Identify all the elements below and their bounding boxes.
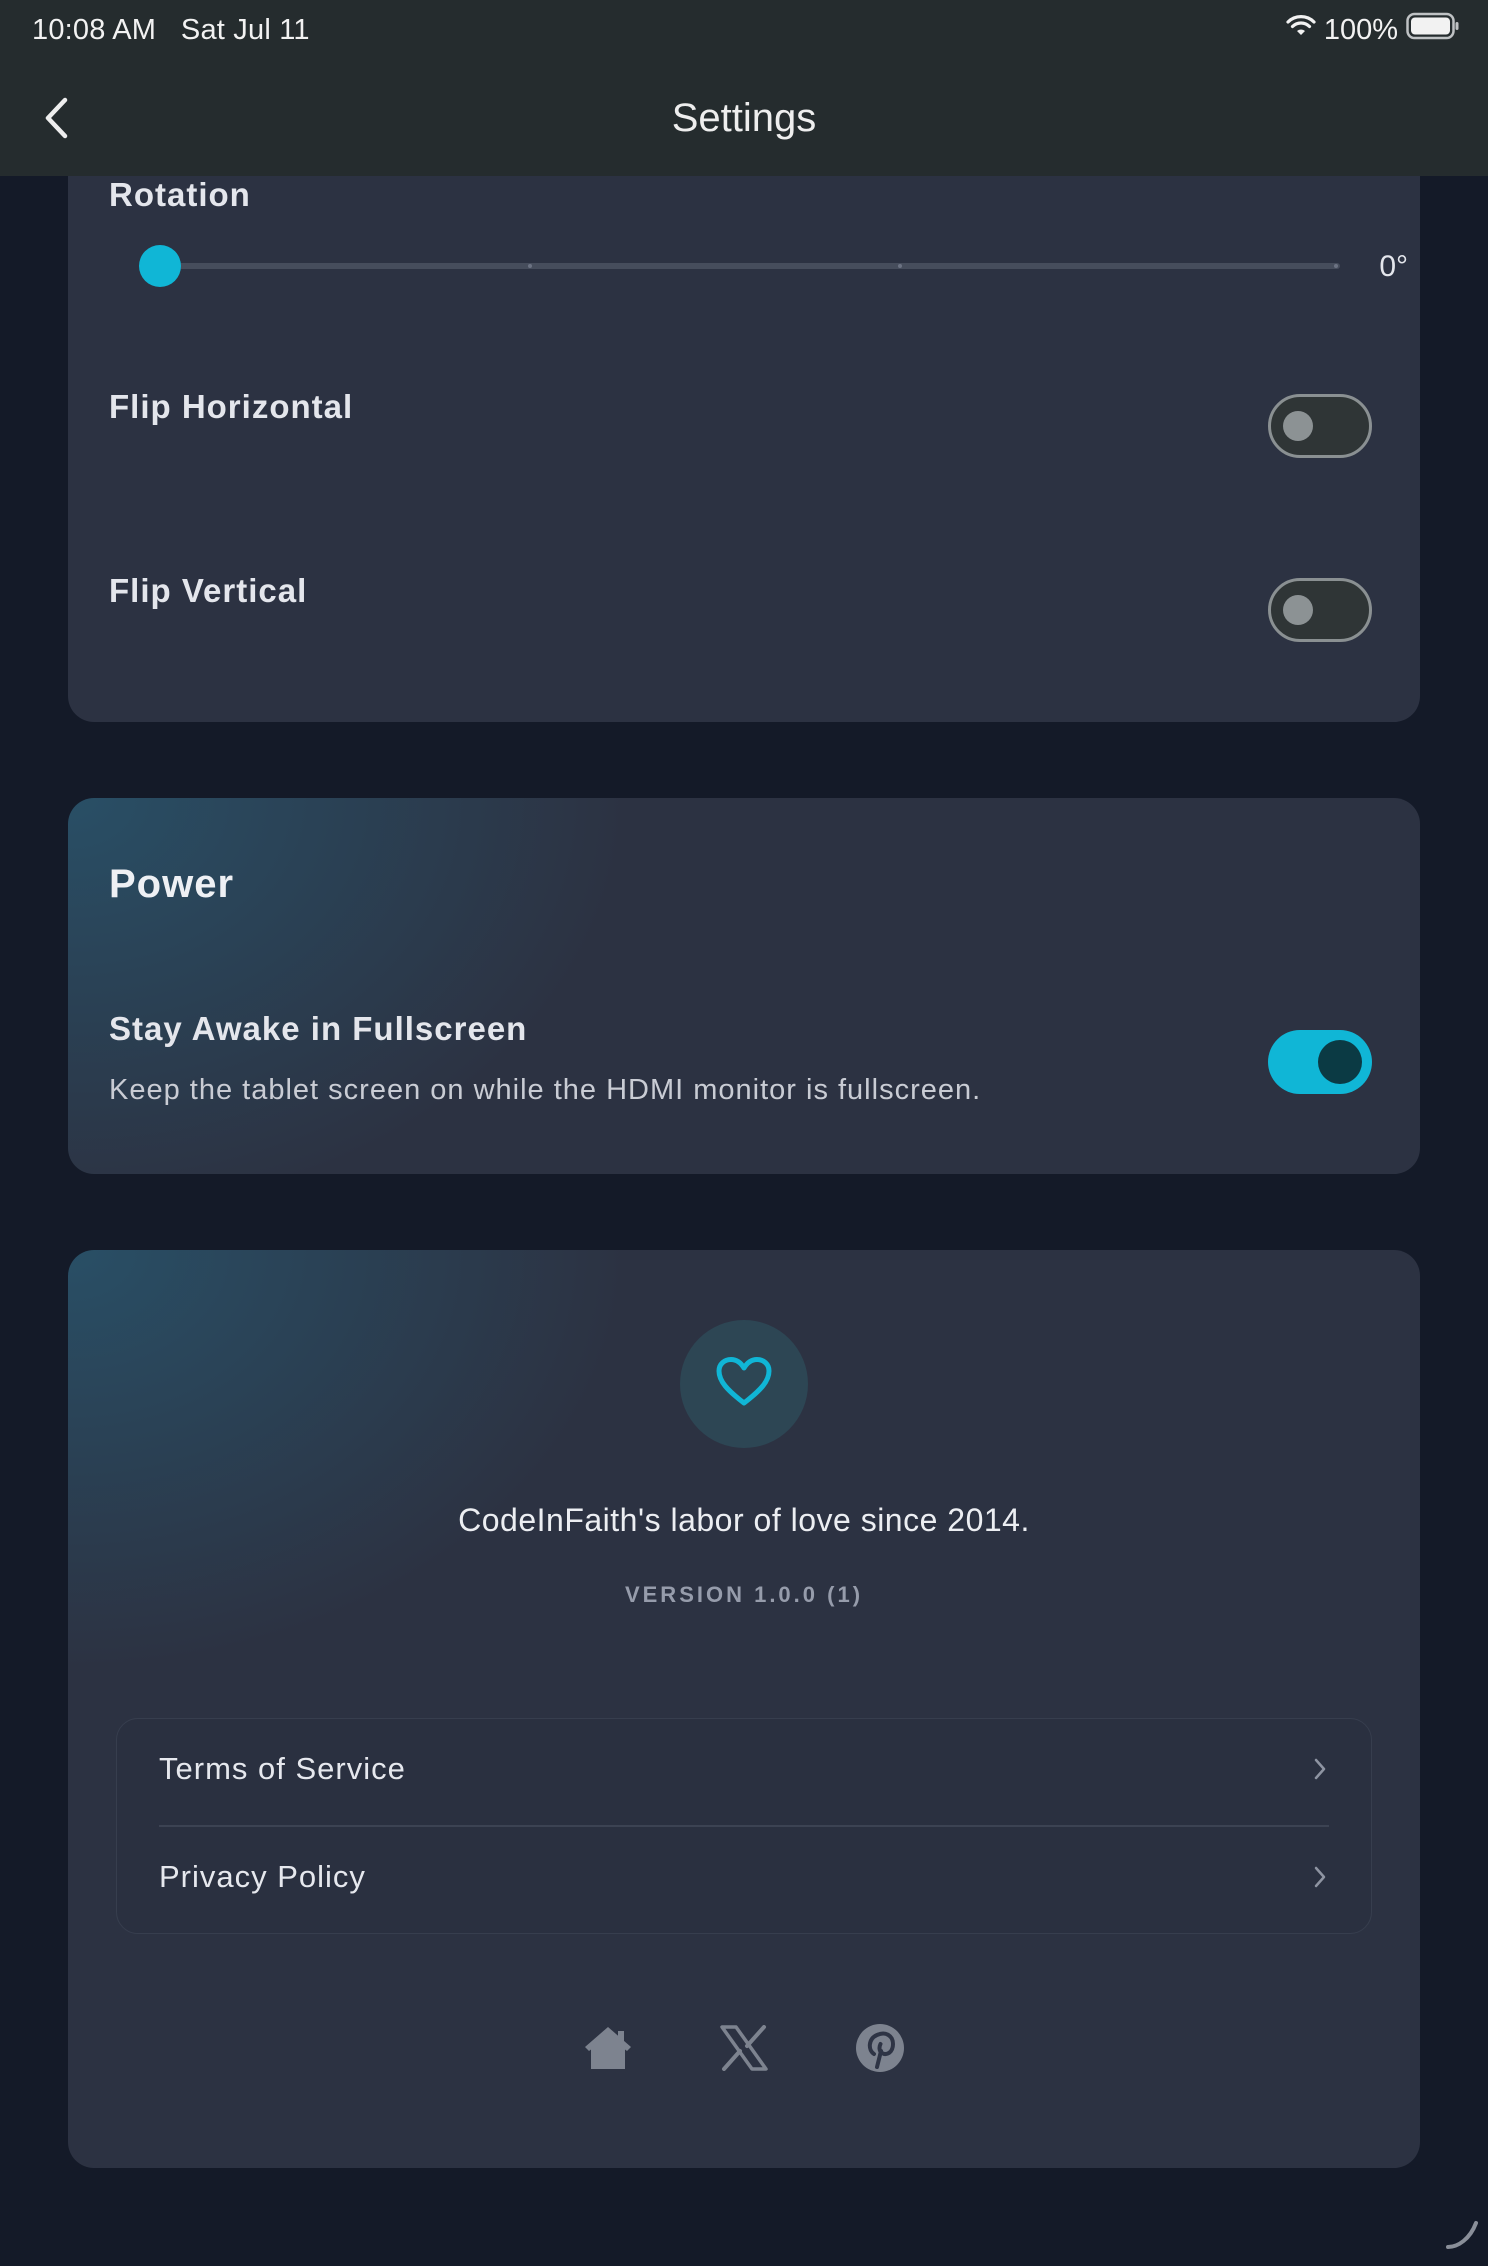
pinterest-icon [855,2023,905,2078]
privacy-policy-link[interactable]: Privacy Policy [117,1827,1371,1933]
top-bar: 10:08 AM Sat Jul 11 100% Settings [0,0,1488,176]
terms-of-service-link[interactable]: Terms of Service [117,1719,1371,1825]
status-time: 10:08 AM [32,14,157,46]
x-icon [719,2024,769,2076]
wifi-icon [1286,14,1316,47]
stay-awake-toggle[interactable] [1268,1030,1372,1094]
stay-awake-label: Stay Awake in Fullscreen [109,1010,528,1047]
status-time-date: 10:08 AM Sat Jul 11 [32,14,310,47]
heart-icon [715,1356,773,1413]
pinterest-link[interactable] [850,2020,910,2080]
x-link[interactable] [714,2020,774,2080]
toggle-knob [1283,411,1313,441]
stay-awake-description: Keep the tablet screen on while the HDMI… [109,1074,982,1106]
flip-horizontal-toggle[interactable] [1268,394,1372,458]
legal-links: Terms of Service Privacy Policy [116,1718,1372,1934]
link-label: Terms of Service [159,1751,406,1786]
heart-badge [680,1320,808,1448]
version-label: VERSION 1.0.0 (1) [624,1582,864,1607]
toggle-knob [1318,1040,1362,1084]
slider-tick [1334,264,1338,268]
about-card: CodeInFaith's labor of love since 2014. … [68,1250,1420,2168]
rotation-slider-thumb[interactable] [139,245,181,287]
rotation-slider-track[interactable] [160,263,1340,269]
flip-vertical-toggle[interactable] [1268,578,1372,642]
power-card: Power Stay Awake in Fullscreen Keep the … [68,798,1420,1174]
slider-tick [898,264,902,268]
status-date: Sat Jul 11 [180,14,310,46]
link-label: Privacy Policy [159,1859,366,1894]
toggle-knob [1283,595,1313,625]
battery-percent: 100% [1323,13,1398,46]
slider-tick [528,264,532,268]
chevron-right-icon [1313,1757,1327,1786]
flip-horizontal-label: Flip Horizontal [109,388,354,425]
display-card: Rotation 0° Flip Horizontal Flip Vertica… [68,120,1420,722]
about-tagline: CodeInFaith's labor of love since 2014. [458,1502,1030,1538]
chevron-right-icon [1313,1865,1327,1894]
home-link[interactable] [578,2020,638,2080]
home-icon [583,2025,633,2076]
rotation-value: 0° [1379,250,1408,283]
flip-vertical-label: Flip Vertical [109,572,308,609]
power-section-title: Power [109,862,235,906]
status-indicators: 100% [1286,12,1460,48]
page-title: Settings [671,96,817,140]
battery-icon [1406,12,1460,48]
corner-indicator-icon [1442,2213,1482,2258]
rotation-label: Rotation [109,176,251,213]
